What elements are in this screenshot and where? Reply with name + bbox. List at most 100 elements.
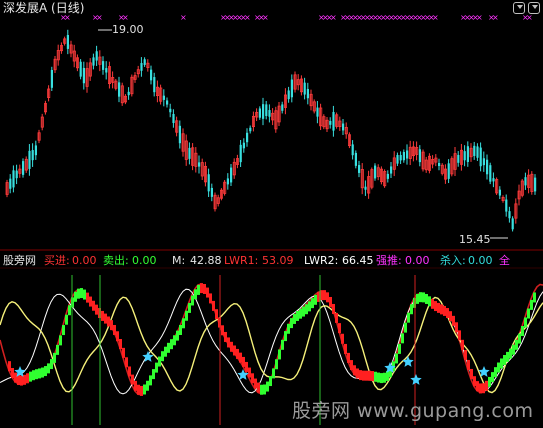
sell-bar: [488, 376, 491, 387]
candle-body: [9, 178, 12, 189]
sell-bar: [383, 372, 386, 383]
candle-body: [265, 104, 268, 116]
sell-bar: [401, 333, 404, 344]
candle-body: [466, 146, 469, 162]
sell-bar: [146, 380, 149, 391]
sell-bar: [311, 298, 314, 309]
signal-marks: ×× ×× ×× × ××××××× ××× ×××× ×××××××××××××××××××…: [60, 13, 533, 22]
sell-bar: [188, 302, 191, 313]
buy-bar: [332, 303, 335, 314]
candle-body: [479, 147, 482, 167]
candle-body: [303, 82, 306, 95]
sell-bar: [38, 368, 41, 379]
candle-body: [489, 165, 492, 182]
candle-body: [399, 155, 402, 161]
candle-body: [92, 57, 95, 66]
sell-bar: [395, 353, 398, 364]
buy-bar: [101, 310, 104, 321]
candle-body: [166, 100, 169, 105]
buy-bar: [356, 368, 359, 379]
candle-body: [118, 82, 121, 97]
candle-body: [457, 154, 460, 163]
candle-body: [262, 104, 265, 119]
candle-body: [492, 178, 495, 182]
candle-body: [290, 79, 293, 98]
sell-bar: [263, 384, 266, 395]
sell-bar: [29, 371, 32, 382]
buy-bar: [461, 339, 464, 350]
sell-bar: [275, 359, 278, 370]
candle-body: [172, 113, 175, 124]
buy-bar: [476, 381, 479, 392]
sell-bar: [155, 362, 158, 373]
candle-body: [476, 146, 479, 158]
sell-bar: [518, 333, 521, 344]
candle-body: [102, 61, 105, 70]
buy-bar: [455, 322, 458, 333]
sell-bar: [515, 339, 518, 350]
sell-bar: [74, 291, 77, 302]
sell-bar: [194, 289, 197, 300]
sell-bar: [380, 373, 383, 384]
buy-bar: [8, 361, 11, 372]
buy-bar: [434, 301, 437, 312]
sell-bar: [182, 318, 185, 329]
candle-body: [82, 67, 85, 84]
buy-bar: [206, 287, 209, 298]
candle-body: [198, 162, 201, 167]
sell-bar: [425, 293, 428, 304]
sell-bar: [47, 363, 50, 374]
sell-bar: [176, 330, 179, 341]
sell-bar: [158, 356, 161, 367]
sell-bar: [59, 335, 62, 346]
m-label: M:: [172, 254, 186, 267]
candle-body: [207, 174, 210, 192]
sell-bar: [416, 293, 419, 304]
sell-bar: [152, 369, 155, 380]
sell-bar: [521, 326, 524, 337]
buy-bar: [221, 325, 224, 336]
candle-body: [508, 211, 511, 219]
sell-bar: [398, 343, 401, 354]
candle-body: [143, 59, 146, 65]
buy-bar: [26, 373, 29, 384]
lwr2-label: LWR2:: [304, 254, 339, 267]
sell-bar: [35, 369, 38, 380]
buy-bar: [104, 313, 107, 324]
sell-bar: [407, 312, 410, 323]
signal-x-mark: ×: [432, 13, 439, 22]
buy-bar: [245, 361, 248, 372]
candle-body: [268, 110, 271, 117]
buy-bar: [23, 374, 26, 385]
buy-label: 买进:: [44, 254, 70, 267]
sell-bar: [161, 351, 164, 362]
sell-bar: [422, 292, 425, 303]
sell-bar: [419, 292, 422, 303]
candle-body: [486, 159, 489, 175]
buy-bar: [350, 360, 353, 371]
lwr1-label: LWR1:: [224, 254, 259, 267]
sell-bar: [410, 304, 413, 315]
candle-body: [105, 68, 108, 73]
sell-bar: [374, 371, 377, 382]
buy-bar: [485, 380, 488, 391]
m-value: 42.88: [190, 254, 222, 267]
buy-bar: [341, 333, 344, 344]
buy-bar: [11, 368, 14, 379]
buy-bar: [248, 367, 251, 378]
candle-body: [15, 170, 18, 179]
candle-body: [150, 69, 153, 81]
candle-body: [66, 35, 69, 49]
candle-body: [354, 152, 357, 166]
buy-bar: [89, 296, 92, 307]
buy-bar: [371, 371, 374, 382]
candle-body: [281, 104, 284, 111]
low-price-marker: 15.45: [459, 233, 491, 246]
buy-bar: [362, 370, 365, 381]
signal-x-mark: ×: [262, 13, 269, 22]
sell-bar: [260, 384, 263, 395]
chart-canvas[interactable]: ×× ×× ×× × ××××××× ××× ×××× ×××××××××××××××××××…: [0, 0, 543, 428]
sell-bar: [491, 372, 494, 383]
buy-bar: [479, 383, 482, 394]
buy-bar: [20, 375, 23, 386]
